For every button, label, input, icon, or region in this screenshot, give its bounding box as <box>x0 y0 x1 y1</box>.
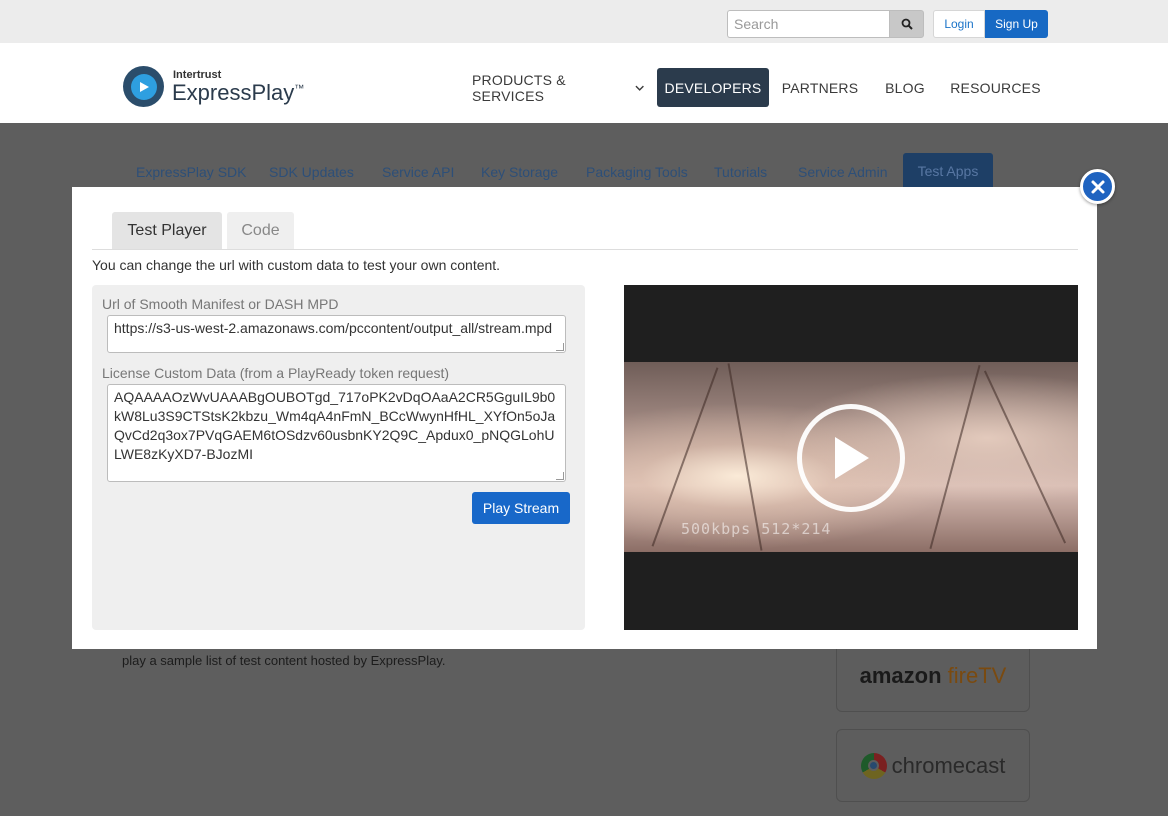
video-bitrate-overlay: 500kbps 512*214 <box>681 520 832 538</box>
search-input[interactable]: Search <box>727 10 889 38</box>
chromecast-label: chromecast <box>891 752 1006 778</box>
subnav-sdk-updates[interactable]: SDK Updates <box>269 164 354 180</box>
video-frame: 500kbps 512*214 <box>624 362 1078 552</box>
background-description: play a sample list of test content hoste… <box>122 653 446 668</box>
search-icon <box>901 18 913 30</box>
modal-intro-text: You can change the url with custom data … <box>92 257 501 273</box>
main-header: Intertrust ExpressPlay™ PRODUCTS & SERVI… <box>0 43 1168 123</box>
resize-handle-icon[interactable] <box>556 343 564 351</box>
manifest-url-value: https://s3-us-west-2.amazonaws.com/pccon… <box>114 320 553 336</box>
signup-button[interactable]: Sign Up <box>985 10 1048 38</box>
chevron-down-icon <box>635 85 644 91</box>
login-button[interactable]: Login <box>933 10 985 38</box>
subnav-service-api[interactable]: Service API <box>382 164 454 180</box>
stream-form-panel: Url of Smooth Manifest or DASH MPD https… <box>92 285 585 630</box>
tab-divider <box>92 249 1078 250</box>
video-player[interactable]: 500kbps 512*214 <box>624 285 1078 630</box>
test-player-modal: Test Player Code You can change the url … <box>72 187 1097 649</box>
close-icon[interactable] <box>1080 169 1115 204</box>
logo-product[interactable]: ExpressPlay™ <box>172 80 304 106</box>
nav-blog[interactable]: BLOG <box>878 68 932 107</box>
subnav-key-storage[interactable]: Key Storage <box>481 164 558 180</box>
amazon-label: amazon <box>859 663 942 688</box>
play-icon[interactable] <box>797 404 905 512</box>
subnav-test-apps[interactable]: Test Apps <box>903 153 993 189</box>
chromecast-card[interactable]: chromecast <box>836 729 1030 802</box>
license-custom-data-value: AQAAAAOzWvUAAABgOUBOTgd_717oPK2vDqOAaA2C… <box>114 389 556 462</box>
subnav-expressplay-sdk[interactable]: ExpressPlay SDK <box>136 164 246 180</box>
url-field-label: Url of Smooth Manifest or DASH MPD <box>102 296 339 312</box>
play-stream-button[interactable]: Play Stream <box>472 492 570 524</box>
utility-bar: Search Login Sign Up <box>0 0 1168 43</box>
chrome-icon <box>860 752 887 779</box>
logo-trademark: ™ <box>294 83 305 95</box>
subnav-tutorials[interactable]: Tutorials <box>714 164 767 180</box>
nav-products-services[interactable]: PRODUCTS & SERVICES <box>472 68 644 107</box>
tab-code[interactable]: Code <box>227 212 294 250</box>
subnav-service-admin[interactable]: Service Admin <box>798 164 887 180</box>
search-button[interactable] <box>889 10 924 38</box>
nav-developers[interactable]: DEVELOPERS <box>657 68 769 107</box>
tab-test-player[interactable]: Test Player <box>112 212 222 250</box>
fire-tv-label: fireTV <box>947 663 1007 688</box>
license-field-label: License Custom Data (from a PlayReady to… <box>102 365 450 381</box>
manifest-url-field[interactable]: https://s3-us-west-2.amazonaws.com/pccon… <box>107 315 566 353</box>
logo-icon[interactable] <box>123 66 164 107</box>
subnav-packaging-tools[interactable]: Packaging Tools <box>586 164 688 180</box>
nav-partners[interactable]: PARTNERS <box>780 68 860 107</box>
amazon-fire-tv-card[interactable]: amazon fireTV <box>836 640 1030 712</box>
resize-handle-icon[interactable] <box>556 472 564 480</box>
nav-resources[interactable]: RESOURCES <box>948 68 1043 107</box>
nav-label: PRODUCTS & SERVICES <box>472 71 566 104</box>
license-custom-data-field[interactable]: AQAAAAOzWvUAAABgOUBOTgd_717oPK2vDqOAaA2C… <box>107 384 566 482</box>
logo-product-name: ExpressPlay <box>172 80 295 105</box>
